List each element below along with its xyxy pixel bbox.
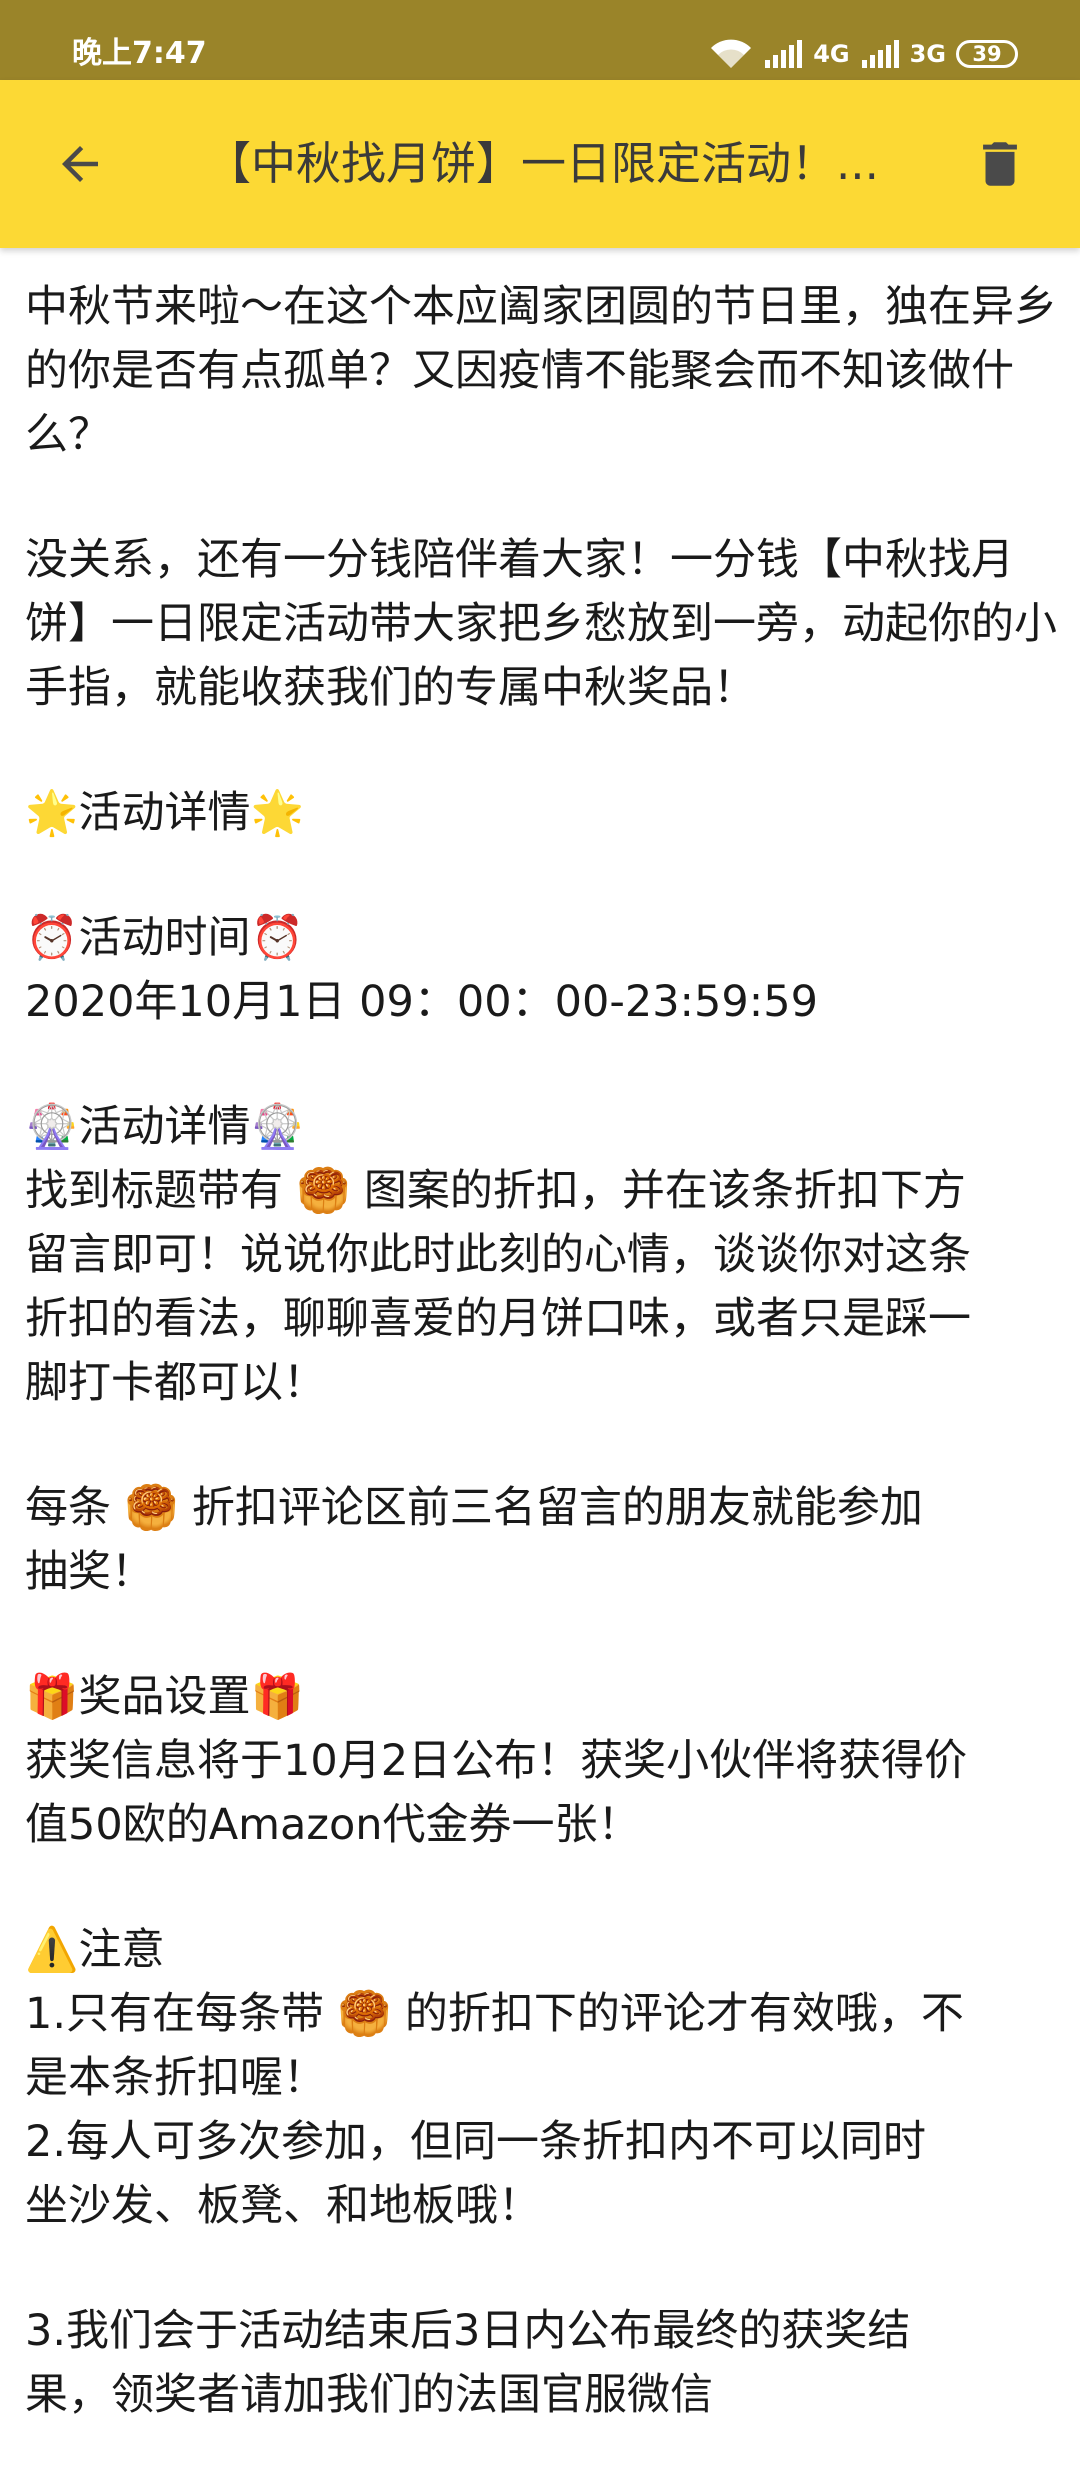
app-bar: 【中秋找月饼】一日限定活动！...	[0, 80, 1080, 248]
prize-line-1: 获奖信息将于10月2日公布！获奖小伙伴将获得价	[25, 1736, 968, 1786]
trash-icon	[983, 142, 1017, 186]
wifi-icon	[711, 39, 752, 68]
ferris-wheel-icon: 🎡	[250, 1102, 305, 1152]
gift-icon: 🎁	[250, 1672, 305, 1722]
time-section: ⏰活动时间⏰ 2020年10月1日 09：00：00-23:59:59	[25, 906, 1065, 1034]
back-arrow-icon	[62, 146, 98, 182]
details2-section: 🎡活动详情🎡 找到标题带有 🥮 图案的折扣，并在该条折扣下方 留言即可！说说你此…	[25, 1095, 1065, 1415]
gift-icon: 🎁	[25, 1672, 79, 1722]
details2-heading: 活动详情	[78, 1102, 251, 1152]
note1-text-b: 的折扣下的评论才有效哦，不	[404, 1989, 964, 2039]
delete-button[interactable]	[960, 124, 1040, 204]
mooncake-icon: 🥮	[337, 1989, 392, 2039]
intro-text: 中秋节来啦～在这个本应阖家团圆的节日里，独在异乡的你是否有点孤单？又因疫情不能聚…	[25, 282, 1057, 460]
find-text-d: 折扣的看法，聊聊喜爱的月饼口味，或者只是踩一	[25, 1294, 971, 1344]
back-button[interactable]	[40, 124, 120, 204]
note3-section: 3.我们会于活动结束后3日内公布最终的获奖结 果，领奖者请加我们的法国官服微信	[25, 2299, 1065, 2427]
find-text-b: 图案的折扣，并在该条折扣下方	[363, 1166, 966, 1216]
status-bar: 晚上7:47 4G 3G 39	[0, 0, 1080, 80]
post-content: 中秋节来啦～在这个本应阖家团圆的节日里，独在异乡的你是否有点孤单？又因疫情不能聚…	[25, 275, 1065, 2488]
star-icon: 🌟	[250, 788, 305, 838]
network-type-2: 3G	[909, 40, 946, 68]
intro-paragraph: 中秋节来啦～在这个本应阖家团圆的节日里，独在异乡的你是否有点孤单？又因疫情不能聚…	[25, 275, 1065, 467]
warning-icon: ⚠️	[25, 1925, 79, 1975]
note3-text-b: 果，领奖者请加我们的法国官服微信	[25, 2370, 713, 2420]
intro-text-2: 没关系，还有一分钱陪伴着大家！一分钱【中秋找月饼】一日限定活动带大家把乡愁放到一…	[25, 535, 1057, 713]
alarm-clock-icon: ⏰	[250, 913, 305, 963]
find-text-a: 找到标题带有	[25, 1166, 283, 1216]
note2-text-a: 2.每人可多次参加，但同一条折扣内不可以同时	[25, 2117, 927, 2167]
details-heading: 活动详情	[78, 788, 251, 838]
each-section: 每条 🥮 折扣评论区前三名留言的朋友就能参加 抽奖！	[25, 1476, 1065, 1604]
prize-line-2: 值50欧的Amazon代金券一张！	[25, 1800, 641, 1850]
time-heading: 活动时间	[78, 913, 251, 963]
star-icon: 🌟	[25, 788, 79, 838]
network-type-1: 4G	[813, 40, 850, 68]
prize-heading: 奖品设置	[78, 1672, 251, 1722]
mooncake-icon: 🥮	[124, 1483, 179, 1533]
page-title: 【中秋找月饼】一日限定活动！...	[206, 137, 879, 190]
note2-text-b: 坐沙发、板凳、和地板哦！	[25, 2181, 541, 2231]
note3-text-a: 3.我们会于活动结束后3日内公布最终的获奖结	[25, 2306, 911, 2356]
intro-paragraph-2: 没关系，还有一分钱陪伴着大家！一分钱【中秋找月饼】一日限定活动带大家把乡愁放到一…	[25, 528, 1065, 720]
time-value: 2020年10月1日 09：00：00-23:59:59	[25, 977, 818, 1027]
prize-section: 🎁奖品设置🎁 获奖信息将于10月2日公布！获奖小伙伴将获得价 值50欧的Amaz…	[25, 1665, 1065, 1857]
status-icons: 4G 3G 39	[709, 34, 1018, 74]
each-text-c: 抽奖！	[25, 1547, 154, 1597]
each-text-b: 折扣评论区前三名留言的朋友就能参加	[191, 1483, 923, 1533]
note-heading: 注意	[78, 1925, 165, 1975]
alarm-clock-icon: ⏰	[25, 913, 79, 963]
note-section: ⚠️注意 1.只有在每条带 🥮 的折扣下的评论才有效哦，不 是本条折扣喔！ 2.…	[25, 1918, 1065, 2238]
ferris-wheel-icon: 🎡	[25, 1102, 79, 1152]
battery-level: 39	[972, 42, 1002, 66]
signal-icon-2	[861, 40, 899, 68]
find-text-e: 脚打卡都可以！	[25, 1358, 326, 1408]
find-text-c: 留言即可！说说你此时此刻的心情，谈谈你对这条	[25, 1230, 971, 1280]
details-section: 🌟活动详情🌟	[25, 781, 1065, 845]
status-time: 晚上7:47	[72, 36, 207, 71]
mooncake-icon: 🥮	[296, 1166, 351, 1216]
each-text-a: 每条	[25, 1483, 111, 1533]
note1-text-c: 是本条折扣喔！	[25, 2053, 326, 2103]
battery-icon: 39	[956, 40, 1018, 68]
signal-icon	[765, 40, 803, 68]
note1-text-a: 1.只有在每条带	[25, 1989, 325, 2039]
